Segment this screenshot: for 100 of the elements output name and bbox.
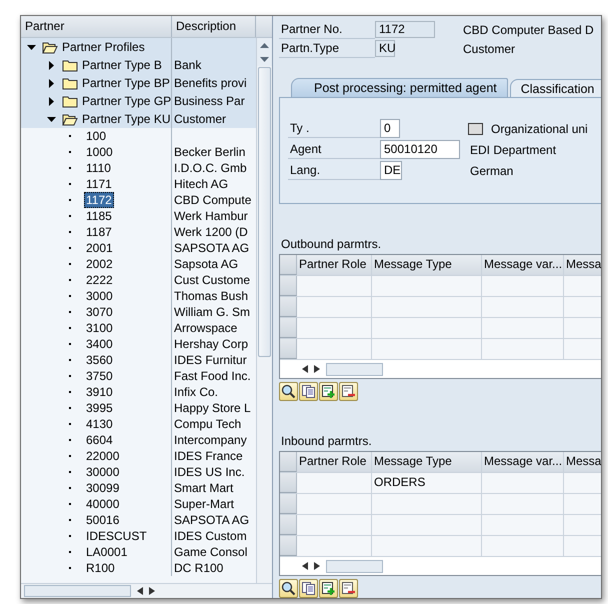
partner-number[interactable]: 3000 <box>84 288 115 304</box>
collapse-arrow-icon[interactable] <box>47 114 56 124</box>
partner-number[interactable]: 40000 <box>84 496 122 512</box>
partner-number[interactable]: IDESCUST <box>84 528 149 544</box>
down-arrow-icon <box>260 56 269 62</box>
description-text: Happy Store L <box>174 401 251 415</box>
delete-row-icon <box>341 384 356 399</box>
partner-number[interactable]: 3400 <box>84 336 115 352</box>
select-all-cell[interactable] <box>280 452 297 472</box>
partner-number[interactable]: 4130 <box>84 416 115 432</box>
scroll-up-button[interactable] <box>257 38 272 52</box>
partner-number[interactable]: 2001 <box>84 240 115 256</box>
section-title: Inbound parmtrs. <box>281 434 373 448</box>
column-header[interactable]: Description <box>172 16 256 37</box>
description-text: Thomas Bush <box>174 289 248 303</box>
description-text: SAPSOTA AG <box>174 241 250 255</box>
column-header[interactable]: Partner Role <box>297 255 372 275</box>
column-header[interactable]: Message Type <box>372 255 482 275</box>
column-header[interactable]: Partner <box>21 16 172 37</box>
partner-number[interactable]: 22000 <box>84 448 122 464</box>
column-header[interactable]: Message Type <box>372 452 482 472</box>
partner-number[interactable]: 30000 <box>84 464 122 480</box>
partner-number[interactable]: 1171 <box>84 176 114 192</box>
scrollbar-thumb[interactable] <box>326 560 383 572</box>
column-header[interactable]: Messa <box>564 452 601 472</box>
partner-number[interactable]: 100 <box>84 128 108 144</box>
readonly-field: 1172 <box>375 21 435 38</box>
input-field[interactable]: 0 <box>380 119 400 138</box>
tree-node-label[interactable]: Partner Type GP <box>82 94 172 108</box>
partner-number[interactable]: 1000 <box>84 144 115 160</box>
scrollbar-thumb[interactable] <box>326 362 383 376</box>
description-text: Infix Co. <box>174 385 218 399</box>
tab[interactable]: Post processing: permitted agent <box>291 78 508 97</box>
collapse-arrow-icon[interactable] <box>27 42 36 52</box>
checkbox[interactable] <box>468 122 483 134</box>
partner-number[interactable]: LA0001 <box>84 544 130 560</box>
partner-number[interactable]: 3100 <box>84 320 115 336</box>
partner-number[interactable]: 3910 <box>84 384 115 400</box>
scroll-left-icon[interactable] <box>137 587 143 595</box>
description-text: Compu Tech <box>174 417 242 431</box>
magnifier-icon <box>281 581 296 596</box>
partner-number[interactable]: 3995 <box>84 400 115 416</box>
delete-row-button[interactable] <box>339 579 358 598</box>
scroll-right-icon[interactable] <box>314 365 320 373</box>
partner-number[interactable]: 30099 <box>84 480 122 496</box>
description-text: Werk 1200 (D <box>174 225 248 239</box>
select-all-cell[interactable] <box>280 255 297 275</box>
tree-node-label[interactable]: Partner Type B <box>82 58 162 72</box>
expand-arrow-icon[interactable] <box>47 78 56 88</box>
scrollbar-thumb[interactable] <box>24 585 131 597</box>
input-field[interactable]: 50010120 <box>380 140 460 159</box>
expand-arrow-icon[interactable] <box>47 60 56 70</box>
column-header[interactable]: Message var... <box>482 452 564 472</box>
description-text: Bank <box>174 58 202 72</box>
open-folder-icon <box>42 40 58 54</box>
checkbox-label: Organizational uni <box>491 122 588 136</box>
column-header[interactable]: Partner Role <box>297 452 372 472</box>
partner-number[interactable]: 50016 <box>84 512 122 528</box>
partner-number[interactable]: 3750 <box>84 368 115 384</box>
partner-number[interactable]: 1110 <box>84 160 113 176</box>
scroll-down-button[interactable] <box>257 52 272 66</box>
partner-number[interactable]: 3560 <box>84 352 115 368</box>
expand-arrow-icon[interactable] <box>47 96 56 106</box>
up-arrow-icon <box>260 42 269 48</box>
section-title: Outbound parmtrs. <box>281 237 382 251</box>
scroll-left-icon[interactable] <box>302 365 308 373</box>
partner-number[interactable]: 1172 <box>84 192 114 208</box>
description-text: EDI Department <box>470 142 556 156</box>
details-button[interactable] <box>279 382 298 401</box>
description-text: Game Consol <box>174 545 248 559</box>
description-text: Smart Mart <box>174 481 234 495</box>
partner-number[interactable]: 1187 <box>84 224 114 240</box>
partner-number[interactable]: 2222 <box>84 272 115 288</box>
scroll-right-icon[interactable] <box>314 562 320 570</box>
details-button[interactable] <box>279 579 298 598</box>
open-folder-icon <box>62 112 78 126</box>
folder-icon <box>62 58 78 72</box>
description-text: Cust Custome <box>174 273 250 287</box>
insert-row-button[interactable] <box>319 382 338 401</box>
insert-row-button[interactable] <box>319 579 338 598</box>
tab[interactable]: Classification <box>510 79 601 97</box>
scroll-left-icon[interactable] <box>302 562 308 570</box>
partner-number[interactable]: 3070 <box>84 304 115 320</box>
column-header[interactable]: Message var... <box>482 255 564 275</box>
input-field[interactable]: DE <box>380 161 402 180</box>
partner-number[interactable]: 6604 <box>84 432 115 448</box>
tree-node-label[interactable]: Partner Type BP <box>82 76 170 90</box>
tree-node-label[interactable]: Partner Type KU <box>82 112 170 126</box>
copy-button[interactable] <box>299 579 318 598</box>
scrollbar-thumb[interactable] <box>258 67 271 357</box>
partner-number[interactable]: 2002 <box>84 256 115 272</box>
description-text: Business Par <box>174 94 245 108</box>
copy-button[interactable] <box>299 382 318 401</box>
column-header[interactable]: Messa <box>564 255 601 275</box>
partner-number[interactable]: R100 <box>84 560 117 576</box>
description-text: IDES France <box>174 449 243 463</box>
partner-number[interactable]: 1185 <box>84 208 114 224</box>
scroll-right-icon[interactable] <box>149 587 155 595</box>
description-text: CBD Computer Based D <box>463 22 594 36</box>
delete-row-button[interactable] <box>339 382 358 401</box>
